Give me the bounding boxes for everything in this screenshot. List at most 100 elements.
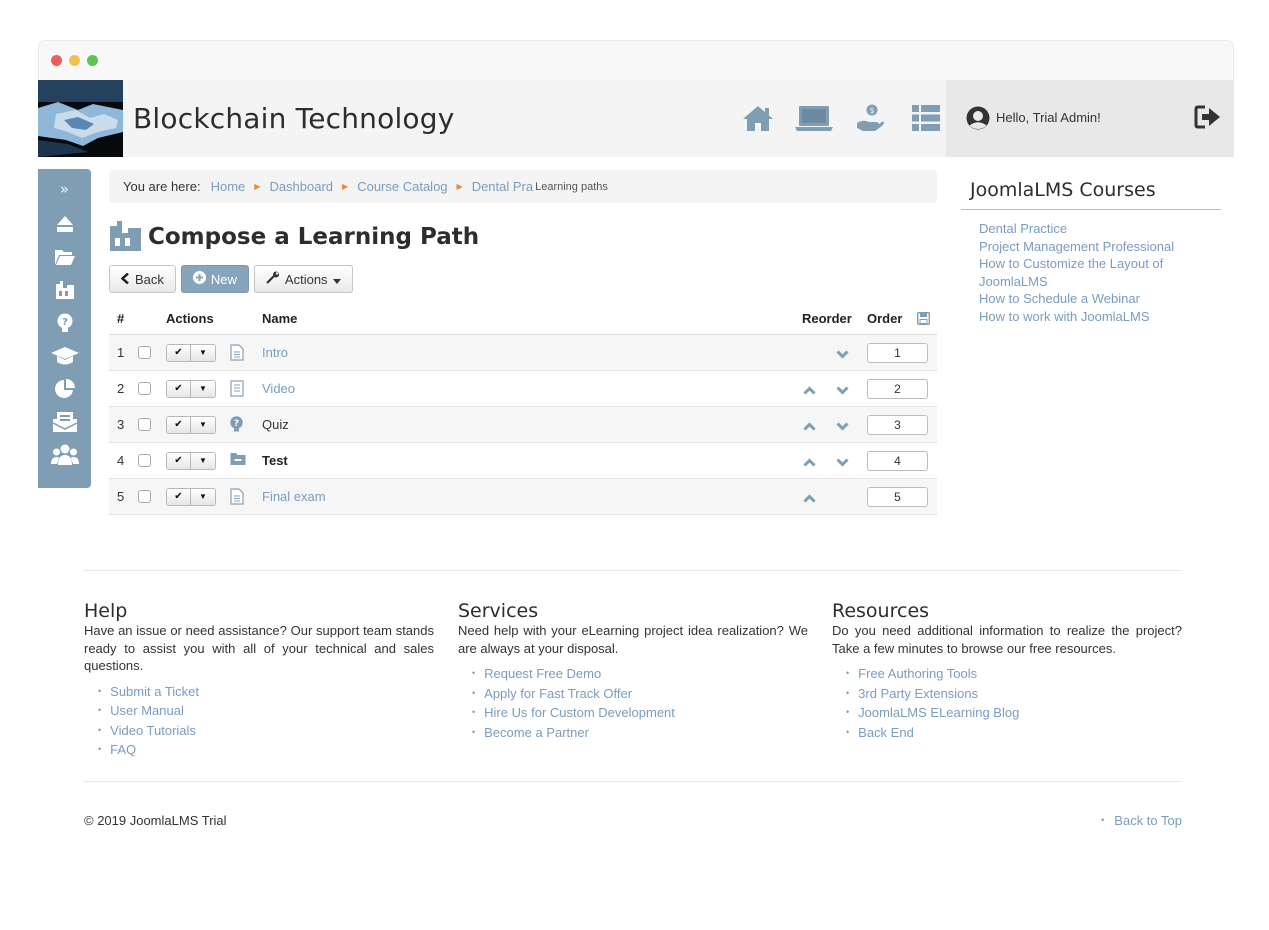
row-name-link[interactable]: Final exam <box>262 489 326 504</box>
chevron-up-icon[interactable] <box>803 419 816 434</box>
close-window-dot[interactable] <box>51 55 62 66</box>
course-link[interactable]: How to work with JoomlaLMS <box>979 308 1179 326</box>
actions-dropdown-button[interactable]: Actions <box>253 265 353 293</box>
new-button[interactable]: New <box>180 265 249 293</box>
back-to-top-link[interactable]: Back to Top <box>1101 813 1182 828</box>
sidebar-item-messages[interactable] <box>38 407 91 440</box>
sidebar-item-courses[interactable] <box>38 341 91 374</box>
quiz-icon: ? <box>230 416 243 435</box>
table-row: 2 ✔ ▼ Video <box>109 371 937 407</box>
chevron-down-icon[interactable] <box>836 455 849 470</box>
sidebar-item-upload[interactable] <box>38 209 91 242</box>
left-sidebar: » ? <box>38 169 91 488</box>
footer-link[interactable]: 3rd Party Extensions <box>846 685 1182 705</box>
course-link[interactable]: Project Management Professional <box>979 238 1179 256</box>
breadcrumb-course-catalog-link[interactable]: Course Catalog <box>357 179 447 194</box>
chevron-down-icon[interactable] <box>836 383 849 398</box>
check-icon[interactable]: ✔ <box>167 416 191 433</box>
row-actions-dropdown[interactable]: ✔ ▼ <box>166 451 216 470</box>
hand-coin-icon[interactable]: $ <box>850 102 890 134</box>
footer-link[interactable]: Submit a Ticket <box>98 683 434 703</box>
footer-link[interactable]: FAQ <box>98 741 434 761</box>
row-actions-dropdown[interactable]: ✔ ▼ <box>166 343 216 362</box>
folder-open-icon <box>54 248 76 269</box>
footer-link[interactable]: Hire Us for Custom Development <box>472 704 808 724</box>
order-input[interactable] <box>867 378 928 399</box>
breadcrumb-home-link[interactable]: Home <box>211 179 246 194</box>
handshake-logo-image[interactable] <box>38 80 123 157</box>
sidebar-toggle-button[interactable]: » <box>38 169 91 209</box>
footer-link[interactable]: Free Authoring Tools <box>846 665 1182 685</box>
caret-down-icon[interactable]: ▼ <box>191 380 215 397</box>
row-checkbox[interactable] <box>138 454 151 467</box>
footer-help-title: Help <box>84 600 128 622</box>
course-link[interactable]: How to Customize the Layout of JoomlaLMS <box>979 255 1179 290</box>
row-checkbox[interactable] <box>138 418 151 431</box>
chevron-down-icon[interactable] <box>836 419 849 434</box>
footer-link[interactable]: JoomlaLMS ELearning Blog <box>846 704 1182 724</box>
laptop-icon[interactable] <box>794 102 834 134</box>
check-icon[interactable]: ✔ <box>167 344 191 361</box>
user-avatar-icon[interactable] <box>965 106 991 133</box>
column-header-name[interactable]: Name <box>262 311 297 326</box>
back-button[interactable]: Back <box>109 265 176 293</box>
home-icon[interactable] <box>738 102 778 134</box>
breadcrumb-separator-icon: ▶ <box>456 182 463 191</box>
row-checkbox[interactable] <box>138 382 151 395</box>
caret-down-icon[interactable]: ▼ <box>191 344 215 361</box>
upload-icon <box>56 215 74 236</box>
check-icon[interactable]: ✔ <box>167 380 191 397</box>
order-input[interactable] <box>867 486 928 507</box>
chevron-up-icon[interactable] <box>803 383 816 398</box>
row-actions-dropdown[interactable]: ✔ ▼ <box>166 487 216 506</box>
row-actions-dropdown[interactable]: ✔ ▼ <box>166 415 216 434</box>
order-input[interactable] <box>867 450 928 471</box>
site-title[interactable]: Blockchain Technology <box>133 102 455 135</box>
users-group-icon <box>50 444 79 469</box>
row-name-link[interactable]: Video <box>262 381 295 396</box>
minimize-window-dot[interactable] <box>69 55 80 66</box>
wrench-icon <box>266 271 280 287</box>
row-actions-dropdown[interactable]: ✔ ▼ <box>166 379 216 398</box>
list-icon[interactable] <box>906 102 946 134</box>
course-link[interactable]: Dental Practice <box>979 220 1179 238</box>
row-name-link[interactable]: Intro <box>262 345 288 360</box>
user-area: Hello, Trial Admin! <box>946 80 1234 157</box>
breadcrumb-dashboard-link[interactable]: Dashboard <box>269 179 333 194</box>
save-order-icon[interactable] <box>916 311 931 328</box>
sidebar-item-quizzes[interactable]: ? <box>38 308 91 341</box>
logout-icon[interactable] <box>1194 104 1222 133</box>
sidebar-item-reports[interactable] <box>38 374 91 407</box>
column-header-order[interactable]: Order <box>867 311 902 326</box>
sidebar-item-folders[interactable] <box>38 242 91 275</box>
footer-divider <box>84 570 1182 571</box>
breadcrumb-current: Learning paths <box>535 180 608 193</box>
order-input[interactable] <box>867 414 928 435</box>
actions-button-label: Actions <box>284 271 328 287</box>
sidebar-item-users[interactable] <box>38 440 91 473</box>
column-header-reorder: Reorder <box>802 310 852 326</box>
breadcrumb-course-link[interactable]: Dental Pra <box>472 179 533 194</box>
chevron-up-icon[interactable] <box>803 455 816 470</box>
breadcrumb: You are here: Home ▶ Dashboard ▶ Course … <box>109 170 937 203</box>
plus-circle-icon <box>192 271 206 287</box>
check-icon[interactable]: ✔ <box>167 452 191 469</box>
footer-link[interactable]: Video Tutorials <box>98 722 434 742</box>
caret-down-icon[interactable]: ▼ <box>191 452 215 469</box>
row-checkbox[interactable] <box>138 346 151 359</box>
course-link[interactable]: How to Schedule a Webinar <box>979 290 1179 308</box>
check-icon[interactable]: ✔ <box>167 488 191 505</box>
footer-link[interactable]: Back End <box>846 724 1182 744</box>
sidebar-item-learning-paths[interactable] <box>38 275 91 308</box>
row-checkbox[interactable] <box>138 490 151 503</box>
caret-down-icon[interactable]: ▼ <box>191 416 215 433</box>
caret-down-icon[interactable]: ▼ <box>191 488 215 505</box>
footer-link[interactable]: Apply for Fast Track Offer <box>472 685 808 705</box>
footer-link[interactable]: Request Free Demo <box>472 665 808 685</box>
chevron-up-icon[interactable] <box>803 491 816 506</box>
maximize-window-dot[interactable] <box>87 55 98 66</box>
chevron-down-icon[interactable] <box>836 347 849 362</box>
order-input[interactable] <box>867 342 928 363</box>
footer-link[interactable]: User Manual <box>98 702 434 722</box>
footer-link[interactable]: Become a Partner <box>472 724 808 744</box>
